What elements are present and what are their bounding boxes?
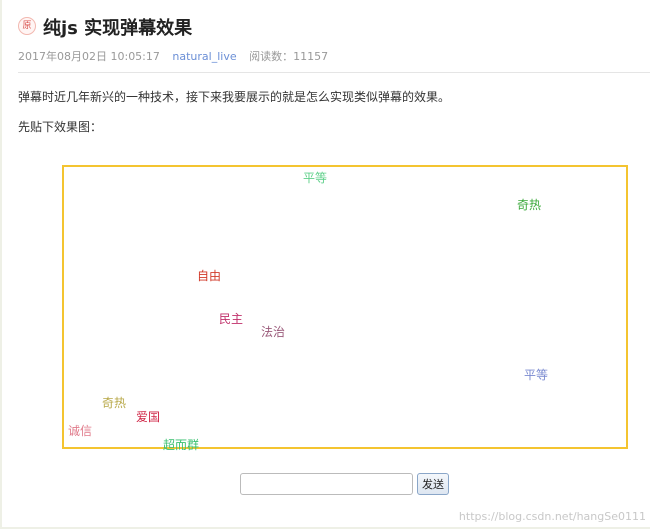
danmaku-bullet: 平等 xyxy=(524,368,549,382)
danmaku-bullet: 平等 xyxy=(303,171,328,185)
danmaku-bullet: 民主 xyxy=(219,312,244,326)
danmaku-stage: 平等 奇热 自由 民主 法治 平等 奇热 爱国 诚信 超而群 xyxy=(62,165,628,452)
danmaku-input[interactable] xyxy=(240,473,413,495)
danmaku-bullet: 诚信 xyxy=(68,424,93,438)
danmaku-bullet: 奇热 xyxy=(517,198,542,212)
article-title[interactable]: 纯js 实现弹幕效果 xyxy=(43,14,192,40)
send-button[interactable]: 发送 xyxy=(417,473,449,495)
screenshot-caption: 先贴下效果图： xyxy=(18,120,103,134)
read-count-label: 阅读数： xyxy=(249,50,294,63)
author-link[interactable]: natural_live xyxy=(172,50,236,63)
original-badge-icon: 原 xyxy=(18,17,36,35)
danmaku-bullet: 爱国 xyxy=(136,410,161,424)
danmaku-bullet: 法治 xyxy=(261,325,286,339)
article-meta: 2017年08月02日 10:05:17 natural_live 阅读数：11… xyxy=(18,48,337,64)
page-frame-left xyxy=(0,0,2,529)
danmaku-bullet: 超而群 xyxy=(163,438,200,452)
intro-paragraph: 弹幕时近几年新兴的一种技术，接下来我要展示的就是怎么实现类似弹幕的效果。 xyxy=(18,90,451,104)
read-count-value: 11157 xyxy=(293,50,329,63)
danmaku-bullet: 奇热 xyxy=(102,396,127,410)
watermark: https://blog.csdn.net/hangSe0111 xyxy=(458,510,646,523)
danmaku-bullet: 自由 xyxy=(197,269,222,283)
header-divider xyxy=(18,72,650,73)
publish-date: 2017年08月02日 10:05:17 xyxy=(18,50,160,63)
